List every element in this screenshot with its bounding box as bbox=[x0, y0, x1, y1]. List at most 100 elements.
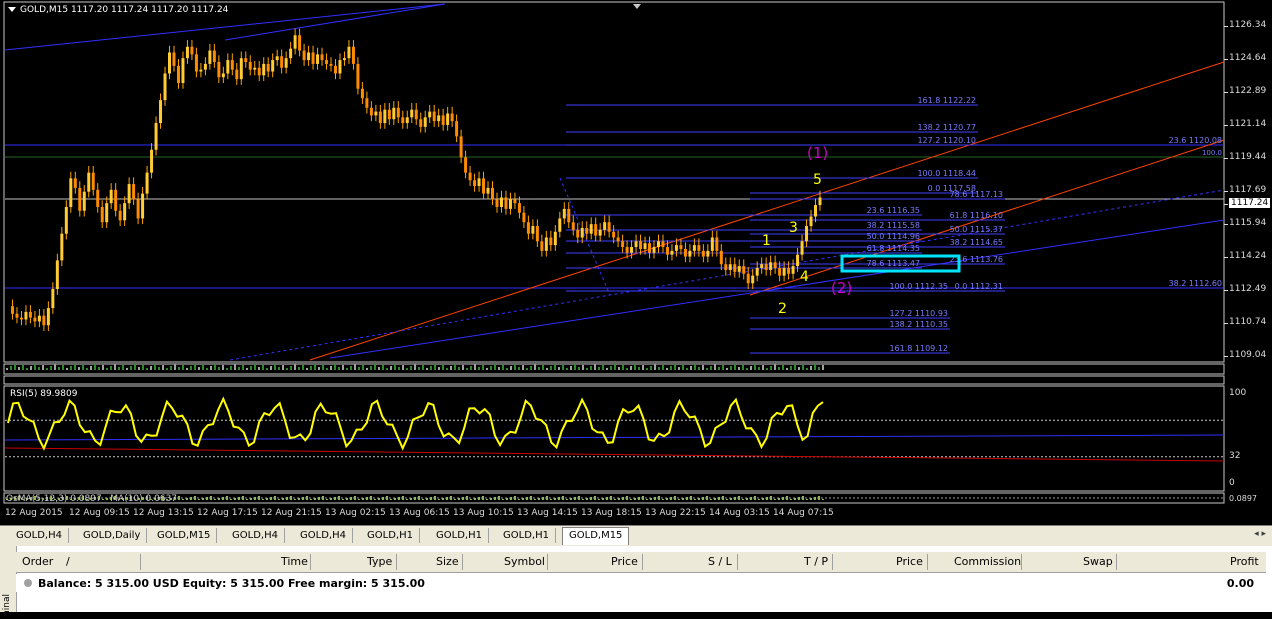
price-axis-label: 1115.94 bbox=[1229, 218, 1267, 228]
volume-bar bbox=[678, 367, 680, 370]
volume-bar bbox=[278, 367, 280, 370]
candle-body bbox=[755, 268, 759, 276]
candle-body bbox=[127, 184, 131, 204]
col-time[interactable]: Time bbox=[281, 555, 308, 568]
chart-tab[interactable]: GOLD,H1 bbox=[361, 528, 420, 543]
profit-value: 0.00 bbox=[1226, 577, 1254, 590]
candle-body bbox=[639, 241, 643, 249]
osma-bar bbox=[694, 499, 696, 500]
volume-bar bbox=[810, 366, 812, 370]
col-size[interactable]: Size bbox=[436, 555, 459, 568]
volume-bar bbox=[754, 364, 756, 370]
candle-body bbox=[549, 237, 553, 246]
time-axis-label: 13 Aug 18:15 bbox=[581, 508, 642, 518]
candle-body bbox=[742, 266, 746, 274]
volume-bar bbox=[330, 366, 332, 370]
fib-level-label: 100.0 1118.44 bbox=[917, 169, 976, 178]
col-type[interactable]: Type bbox=[367, 555, 392, 568]
osma-bar bbox=[598, 499, 600, 500]
osma-bar bbox=[630, 499, 632, 500]
fib-level-label: 100.0 bbox=[1202, 149, 1222, 157]
col-price-2[interactable]: Price bbox=[896, 555, 923, 568]
col-symbol[interactable]: Symbol bbox=[504, 555, 545, 568]
candle-body bbox=[728, 264, 732, 270]
candle-body bbox=[477, 178, 481, 186]
price-axis-label: 1117.24 bbox=[1229, 198, 1271, 208]
volume-bar bbox=[54, 364, 56, 370]
col-tp[interactable]: T / P bbox=[804, 555, 828, 568]
volume-bar bbox=[546, 368, 548, 370]
volume-bar bbox=[78, 367, 80, 370]
candle-body bbox=[809, 216, 813, 227]
rsi-title: RSI(5) 89.9809 bbox=[10, 389, 78, 399]
col-price[interactable]: Price bbox=[611, 555, 638, 568]
volume-bar bbox=[150, 366, 152, 370]
volume-bar bbox=[822, 365, 824, 370]
volume-bar bbox=[382, 365, 384, 370]
candle-body bbox=[316, 54, 320, 64]
col-order[interactable]: Order bbox=[22, 555, 53, 568]
volume-bar bbox=[718, 367, 720, 370]
volume-bar bbox=[730, 366, 732, 370]
volume-bar bbox=[186, 368, 188, 370]
volume-bar bbox=[566, 368, 568, 370]
chart-tab[interactable]: GOLD,H4 bbox=[10, 528, 69, 543]
col-commission[interactable]: Commission bbox=[954, 555, 1021, 568]
candle-body bbox=[656, 241, 660, 248]
volume-bar bbox=[46, 368, 48, 370]
fib-level-label: 50.0 1114.96 bbox=[867, 232, 920, 241]
volume-bar bbox=[774, 364, 776, 370]
time-axis-label: 13 Aug 06:15 bbox=[389, 508, 450, 518]
candle-body bbox=[203, 63, 207, 70]
candle-body bbox=[347, 46, 351, 59]
col-profit[interactable]: Profit bbox=[1230, 555, 1259, 568]
fib-level-label: 78.6 1113.47 bbox=[867, 259, 920, 268]
volume-bar bbox=[286, 368, 288, 370]
volume-bar bbox=[682, 365, 684, 370]
candle-body bbox=[172, 52, 176, 66]
osma-bar bbox=[678, 499, 680, 500]
candle-body bbox=[706, 250, 710, 257]
osma-bar bbox=[406, 499, 408, 500]
terminal-side-tab[interactable]: minal bbox=[0, 546, 17, 619]
dropdown-arrow-icon[interactable] bbox=[8, 7, 16, 12]
chart-tab[interactable]: GOLD,H4 bbox=[226, 528, 285, 543]
chart-tab[interactable]: GOLD,H1 bbox=[497, 528, 556, 543]
candle-body bbox=[760, 264, 764, 269]
col-swap[interactable]: Swap bbox=[1083, 555, 1113, 568]
balance-row[interactable]: Balance: 5 315.00 USD Equity: 5 315.00 F… bbox=[16, 574, 1266, 592]
candle-body bbox=[176, 65, 180, 83]
candle-body bbox=[576, 229, 580, 238]
volume-bar bbox=[442, 365, 444, 370]
chart-tab[interactable]: GOLD,H4 bbox=[294, 528, 353, 543]
col-sl[interactable]: S / L bbox=[708, 555, 732, 568]
candle-body bbox=[746, 273, 750, 284]
chart-tab[interactable]: GOLD,M15 bbox=[562, 527, 630, 545]
candle-body bbox=[773, 262, 777, 269]
volume-bar bbox=[138, 367, 140, 370]
volume-bar bbox=[738, 367, 740, 370]
volume-bar bbox=[114, 364, 116, 370]
balance-icon bbox=[24, 579, 32, 587]
chart-tab[interactable]: GOLD,M15 bbox=[151, 528, 218, 543]
tab-scroll-arrows[interactable]: ◂ ▸ bbox=[1254, 529, 1266, 539]
chart-tab[interactable]: GOLD,Daily bbox=[77, 528, 148, 543]
candle-body bbox=[239, 58, 243, 80]
volume-bar bbox=[746, 368, 748, 370]
candle-body bbox=[105, 203, 109, 223]
candle-body bbox=[567, 208, 571, 223]
rsi-line bbox=[7, 396, 824, 451]
volume-bar bbox=[726, 368, 728, 370]
osma-bar bbox=[486, 499, 488, 500]
col-sort-slash[interactable]: / bbox=[66, 555, 70, 568]
volume-bar bbox=[302, 365, 304, 370]
candle-body bbox=[19, 317, 23, 320]
osma-bar bbox=[278, 499, 280, 500]
fib-level-label: 23.6 1116.35 bbox=[867, 206, 920, 215]
volume-bar bbox=[18, 367, 20, 370]
volume-bar bbox=[318, 367, 320, 370]
volume-bar bbox=[542, 365, 544, 370]
volume-bar bbox=[322, 365, 324, 370]
candle-body bbox=[733, 264, 737, 272]
chart-tab[interactable]: GOLD,H1 bbox=[430, 528, 489, 543]
